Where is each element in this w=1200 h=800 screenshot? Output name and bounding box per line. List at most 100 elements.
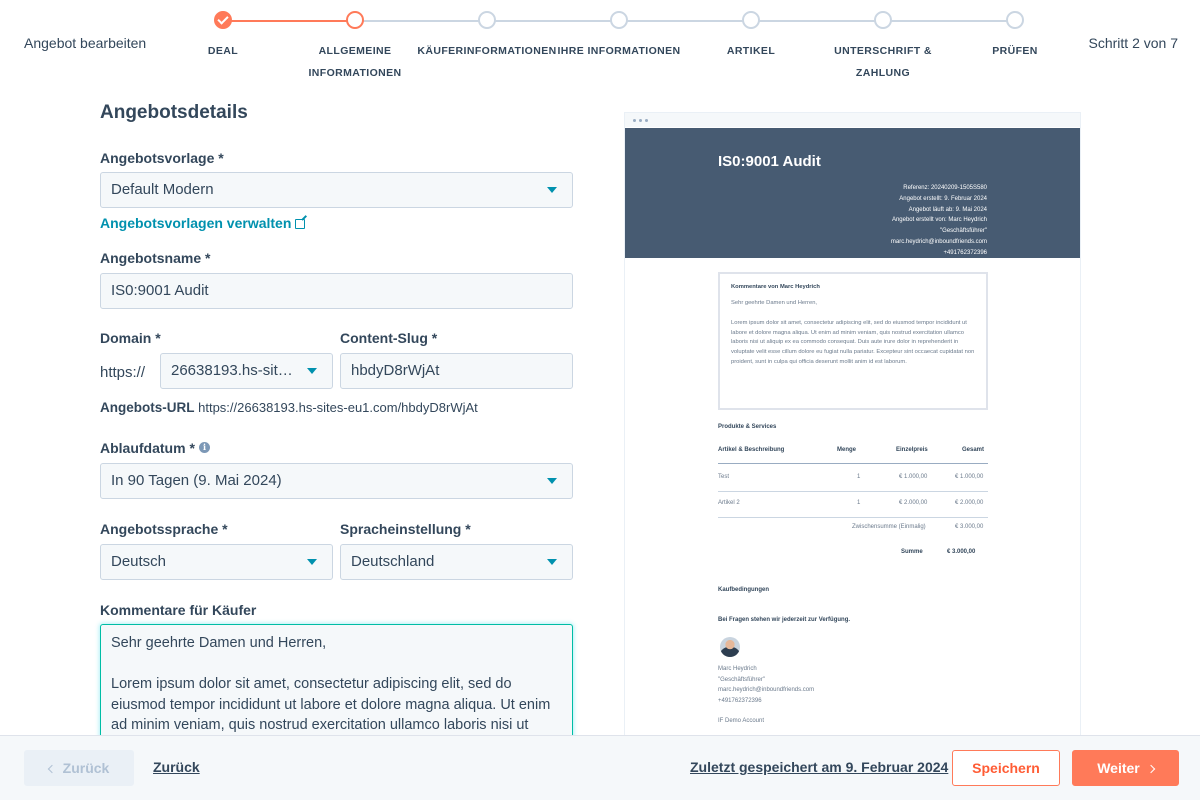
divider	[718, 463, 988, 464]
row-name: Test	[718, 474, 730, 480]
quote-url-label: Angebots-URL	[100, 400, 195, 415]
quote-url-value: https://26638193.hs-sites-eu1.com/hbdyD8…	[198, 400, 478, 415]
chevron-right-icon	[1146, 764, 1156, 774]
check-icon	[214, 11, 232, 29]
back-button-disabled: Zurück	[24, 750, 134, 786]
locale-value: Deutschland	[351, 553, 435, 570]
row-name: Artikel 2	[718, 500, 740, 506]
stepper-header: Angebot bearbeiten DEAL ALLGEMEINE INFOR…	[0, 0, 1200, 90]
preview-meta: Referenz: 20240209-1505S580 Angebot erst…	[891, 183, 987, 259]
step-indicator	[742, 11, 760, 29]
save-button[interactable]: Speichern	[952, 750, 1060, 786]
button-label: Weiter	[1097, 760, 1140, 776]
step-items[interactable]: ARTIKEL	[681, 11, 821, 62]
link-text: Angebotsvorlagen verwalten	[100, 215, 292, 231]
meta-line: Angebot erstellt: 9. Februar 2024	[899, 195, 987, 202]
comment-box-greeting: Sehr geehrte Damen und Herren,	[731, 299, 818, 306]
step-deal[interactable]: DEAL	[153, 11, 293, 62]
contact-line: Bei Fragen stehen wir jederzeit zur Verf…	[718, 617, 851, 623]
step-indicator	[610, 11, 628, 29]
comments-label: Kommentare für Käufer	[100, 602, 257, 618]
step-label: PRÜFEN	[992, 45, 1038, 57]
expiry-value: In 90 Tagen (9. Mai 2024)	[111, 472, 282, 489]
next-button[interactable]: Weiter	[1072, 750, 1179, 786]
step-label: IHRE INFORMATIONEN	[557, 45, 681, 57]
meta-line: marc.heydrich@inboundfriends.com	[890, 238, 987, 245]
step-label: UNTERSCHRIFT & ZAHLUNG	[834, 45, 932, 79]
back-link[interactable]: Zurück	[153, 750, 200, 786]
step-signature-payment[interactable]: UNTERSCHRIFT & ZAHLUNG	[813, 11, 953, 84]
signature-line: +491762372396	[718, 697, 762, 704]
chevron-down-icon	[547, 559, 557, 565]
step-your-info[interactable]: IHRE INFORMATIONEN	[549, 11, 689, 62]
row-total: € 2.000,00	[955, 500, 984, 506]
step-review[interactable]: PRÜFEN	[945, 11, 1085, 62]
preview-comment-box: Kommentare von Marc Heydrich Sehr geehrt…	[718, 272, 988, 410]
language-select[interactable]: Deutsch	[100, 544, 333, 580]
col-header: Einzelpreis	[896, 447, 928, 453]
expiry-label: Ablaufdatum *	[100, 440, 195, 456]
locale-label: Spracheinstellung *	[340, 521, 471, 537]
template-value: Default Modern	[111, 181, 214, 198]
subtotal-value: € 3.000,00	[955, 524, 984, 530]
preview-title: IS0:9001 Audit	[718, 153, 821, 170]
step-indicator	[874, 11, 892, 29]
last-saved-link[interactable]: Zuletzt gespeichert am 9. Februar 2024	[690, 750, 948, 786]
step-buyer-info[interactable]: KÄUFERINFORMATIONEN	[417, 11, 557, 62]
footer-bar: Zurück Zurück Zuletzt gespeichert am 9. …	[0, 735, 1200, 800]
step-label: ARTIKEL	[726, 45, 776, 57]
products-title: Produkte & Services	[718, 424, 777, 430]
col-header: Menge	[837, 447, 857, 453]
divider	[718, 491, 988, 492]
quote-url: Angebots-URL https://26638193.hs-sites-e…	[100, 400, 478, 415]
sum-value: € 3.000,00	[947, 549, 976, 555]
sum-label: Summe	[901, 549, 923, 555]
meta-line: +491762372396	[943, 249, 987, 256]
language-label: Angebotssprache *	[100, 521, 228, 537]
domain-label: Domain *	[100, 330, 161, 346]
name-label: Angebotsname *	[100, 250, 211, 266]
meta-line: "Geschäftsführer"	[940, 228, 987, 235]
row-price: € 1.000,00	[899, 474, 928, 480]
step-indicator	[478, 11, 496, 29]
template-label: Angebotsvorlage *	[100, 150, 224, 166]
domain-select[interactable]: 26638193.hs-sites-eu1.com	[160, 353, 333, 389]
quote-name-input[interactable]: IS0:9001 Audit	[100, 273, 573, 309]
meta-line: Referenz: 20240209-1505S580	[903, 185, 987, 191]
step-label: ALLGEMEINE INFORMATIONEN	[308, 45, 402, 79]
manage-templates-link[interactable]: Angebotsvorlagen verwalten	[100, 215, 306, 231]
language-value: Deutsch	[111, 553, 167, 570]
external-link-icon	[295, 219, 306, 229]
meta-line: Angebot läuft ab: 9. Mai 2024	[908, 206, 987, 213]
meta-line: Angebot erstellt von: Marc Heydrich	[891, 217, 987, 224]
divider	[718, 517, 988, 518]
step-indicator	[1006, 11, 1024, 29]
comment-box-title: Kommentare von Marc Heydrich	[731, 284, 820, 290]
content-slug-input[interactable]: hbdyD8rWjAt	[340, 353, 573, 389]
section-title: Angebotsdetails	[100, 102, 248, 123]
chevron-down-icon	[547, 478, 557, 484]
company-name: IF Demo Account	[718, 718, 765, 724]
url-prefix: https://	[100, 364, 146, 381]
page-title: Angebot bearbeiten	[24, 35, 147, 51]
row-qty: 1	[857, 500, 861, 506]
slug-label: Content-Slug *	[340, 330, 438, 346]
expiry-select[interactable]: In 90 Tagen (9. Mai 2024)	[100, 463, 573, 499]
subtotal-label: Zwischensumme (Einmalig)	[852, 524, 926, 530]
template-select[interactable]: Default Modern	[100, 172, 573, 208]
info-icon[interactable]: i	[199, 442, 210, 453]
step-indicator	[346, 11, 364, 29]
chevron-left-icon	[47, 764, 56, 774]
comment-box-body: Lorem ipsum dolor sit amet, consectetur …	[731, 320, 975, 365]
step-label: DEAL	[207, 45, 239, 57]
chevron-down-icon	[307, 559, 317, 565]
preview-header: IS0:9001 Audit Referenz: 20240209-1505S5…	[625, 128, 1080, 258]
terms-title: Kaufbedingungen	[718, 587, 769, 593]
signature-line: Marc Heydrich	[718, 666, 757, 672]
avatar	[720, 637, 740, 657]
step-general-info[interactable]: ALLGEMEINE INFORMATIONEN	[285, 11, 425, 84]
row-price: € 2.000,00	[899, 500, 928, 506]
signature-line: marc.heydrich@inboundfriends.com	[718, 687, 815, 693]
chevron-down-icon	[547, 187, 557, 193]
locale-select[interactable]: Deutschland	[340, 544, 573, 580]
